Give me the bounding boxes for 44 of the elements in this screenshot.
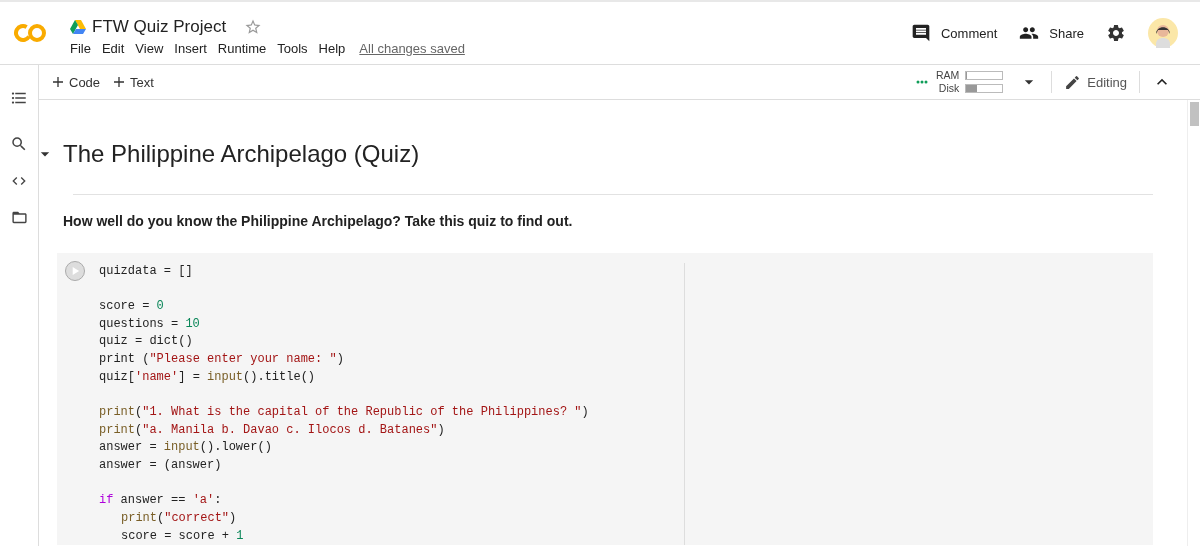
comment-icon bbox=[910, 23, 931, 43]
code-line: print("1. What is the capital of the Republic of the Philippines? ") bbox=[99, 403, 589, 421]
search-icon[interactable] bbox=[10, 135, 28, 153]
code-line: score = 0 bbox=[99, 297, 165, 315]
code-line: answer = (answer) bbox=[99, 457, 223, 475]
code-line: quiz = dict() bbox=[99, 333, 194, 351]
code-line: questions = 10 bbox=[99, 315, 201, 333]
comment-button[interactable]: Comment bbox=[910, 23, 998, 43]
plus-icon bbox=[114, 76, 125, 87]
settings-icon[interactable] bbox=[1106, 23, 1126, 43]
code-line: print ("Please enter your name: ") bbox=[99, 351, 345, 369]
meter-label: RAM bbox=[935, 69, 960, 82]
code-line: score = score + 1 bbox=[121, 527, 245, 545]
plus-icon bbox=[53, 76, 63, 87]
avatar-icon[interactable] bbox=[1148, 18, 1178, 48]
scrollbar-thumb[interactable] bbox=[1189, 102, 1199, 126]
code-line: print("a. Manila b. Davao c. Ilocos d. Batanes") bbox=[99, 421, 446, 439]
share-button[interactable]: Share bbox=[1019, 23, 1084, 43]
menu-item[interactable]: View bbox=[135, 40, 164, 56]
intro-text: How well do you know the Philippine Archipelago? Take this quiz to find out. bbox=[63, 213, 574, 229]
editing-button[interactable]: Editing bbox=[1064, 73, 1127, 91]
menu-item[interactable]: Help bbox=[318, 40, 346, 56]
section-heading: The Philippine Archipelago (Quiz) bbox=[63, 140, 420, 168]
menu-item[interactable]: Edit bbox=[101, 40, 125, 56]
menu-item[interactable]: File bbox=[70, 40, 91, 56]
code-cell[interactable] bbox=[57, 253, 1153, 546]
meter-label: Disk bbox=[937, 82, 960, 95]
resource-meter[interactable]: RAM Disk bbox=[935, 69, 1004, 95]
menu-item[interactable]: Tools bbox=[277, 40, 308, 56]
code-line: quiz['name'] = input().title() bbox=[99, 369, 317, 386]
code-line: quizdata = [] bbox=[99, 263, 194, 280]
code-line: if answer == 'a': bbox=[99, 491, 223, 509]
add-cell-button[interactable]: Code bbox=[53, 74, 101, 90]
save-status-link[interactable]: All changes saved bbox=[359, 40, 465, 56]
code-line: answer = input().lower() bbox=[99, 439, 273, 457]
drive-icon bbox=[70, 19, 86, 34]
menu-item[interactable]: Insert bbox=[174, 40, 207, 56]
folder-icon[interactable] bbox=[10, 209, 28, 226]
notebook-title[interactable]: FTW Quiz Project bbox=[92, 16, 227, 37]
code-line: print("correct") bbox=[121, 509, 238, 527]
connected-dots-icon bbox=[915, 80, 928, 84]
menu-item[interactable]: Runtime bbox=[217, 40, 267, 56]
pencil-icon bbox=[1064, 73, 1082, 91]
add-cell-button[interactable]: Text bbox=[114, 74, 154, 90]
